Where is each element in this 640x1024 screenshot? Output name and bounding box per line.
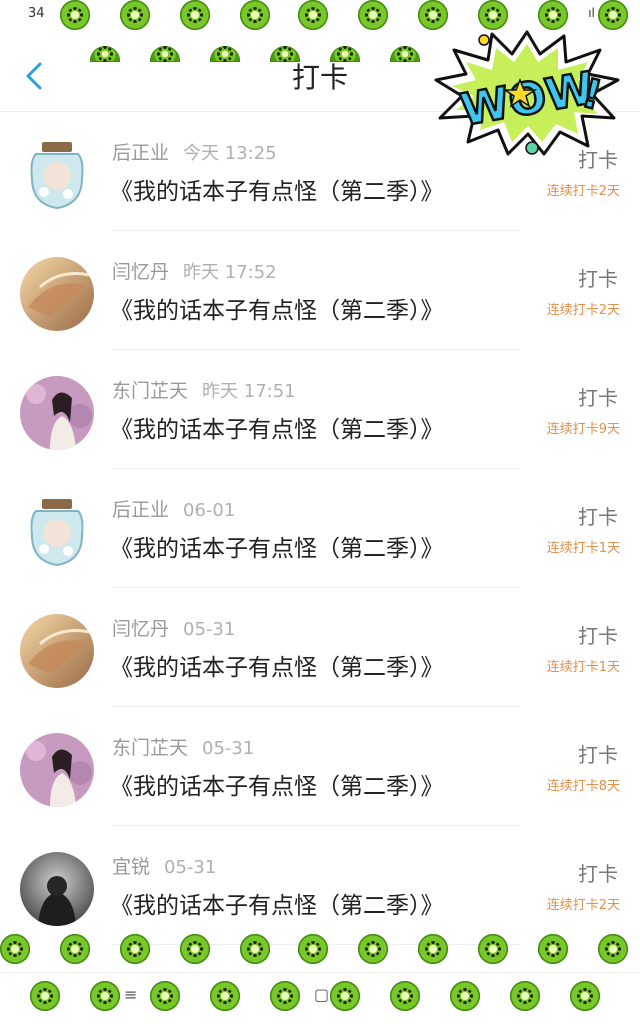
checkin-button[interactable]: 打卡 xyxy=(578,382,618,411)
list-item[interactable]: 闫忆丹 昨天 17:52 《我的话本子有点怪（第二季）》 打卡 连续打卡2天 xyxy=(0,231,640,350)
user-name: 东门芷天 xyxy=(112,737,189,759)
checkin-button[interactable]: 打卡 xyxy=(578,620,618,649)
book-title: 《我的话本子有点怪（第二季）》 xyxy=(110,298,444,324)
user-name: 闫忆丹 xyxy=(112,261,170,283)
book-title: 《我的话本子有点怪（第二季）》 xyxy=(110,179,444,205)
user-name: 后正业 xyxy=(112,142,170,164)
streak-label: 连续打卡1天 xyxy=(546,541,620,556)
list-item[interactable]: 宜锐 05-31 《我的话本子有点怪（第二季）》 打卡 连续打卡2天 xyxy=(0,826,640,945)
book-title: 《我的话本子有点怪（第二季）》 xyxy=(110,655,444,681)
status-icons: ıl ✆ ◯ xyxy=(588,6,626,20)
checkin-time: 今天 13:25 xyxy=(183,143,277,164)
user-line: 闫忆丹 昨天 17:52 xyxy=(112,257,277,284)
streak-label: 连续打卡1天 xyxy=(546,660,620,675)
menu-icon[interactable]: ≡ xyxy=(124,985,137,1004)
user-line: 东门芷天 昨天 17:51 xyxy=(112,376,296,403)
book-title: 《我的话本子有点怪（第二季）》 xyxy=(110,893,444,919)
user-name: 后正业 xyxy=(112,499,170,521)
avatar xyxy=(20,138,94,212)
checkin-time: 昨天 17:52 xyxy=(183,262,277,283)
list-item[interactable]: 后正业 今天 13:25 《我的话本子有点怪（第二季）》 打卡 连续打卡2天 xyxy=(0,112,640,231)
home-icon[interactable]: ▢ xyxy=(314,985,329,1004)
streak-label: 连续打卡9天 xyxy=(546,422,620,437)
checkin-button[interactable]: 打卡 xyxy=(578,144,618,173)
avatar xyxy=(20,733,94,807)
book-title: 《我的话本子有点怪（第二季）》 xyxy=(110,536,444,562)
streak-label: 连续打卡2天 xyxy=(546,184,620,199)
avatar xyxy=(20,852,94,926)
user-line: 后正业 今天 13:25 xyxy=(112,138,277,165)
user-line: 后正业 06-01 xyxy=(112,495,235,522)
checkin-time: 05-31 xyxy=(202,738,255,759)
user-name: 东门芷天 xyxy=(112,380,189,402)
streak-label: 连续打卡2天 xyxy=(546,303,620,318)
checkin-button[interactable]: 打卡 xyxy=(578,739,618,768)
checkin-button[interactable]: 打卡 xyxy=(578,263,618,292)
book-title: 《我的话本子有点怪（第二季）》 xyxy=(110,417,444,443)
checkin-button[interactable]: 打卡 xyxy=(578,858,618,887)
checkin-time: 05-31 xyxy=(164,857,217,878)
avatar xyxy=(20,376,94,450)
list-item[interactable]: 东门芷天 昨天 17:51 《我的话本子有点怪（第二季）》 打卡 连续打卡9天 xyxy=(0,350,640,469)
user-line: 闫忆丹 05-31 xyxy=(112,614,235,641)
checkin-time: 05-31 xyxy=(183,619,236,640)
system-navbar: ≡ ▢ xyxy=(0,972,640,1024)
streak-label: 连续打卡8天 xyxy=(546,779,620,794)
avatar xyxy=(20,614,94,688)
checkin-button[interactable]: 打卡 xyxy=(578,501,618,530)
user-line: 宜锐 05-31 xyxy=(112,852,216,879)
checkin-time: 06-01 xyxy=(183,500,236,521)
divider xyxy=(112,944,520,945)
user-name: 宜锐 xyxy=(112,856,151,878)
status-bar: 34 ıl ✆ ◯ xyxy=(0,0,640,28)
list-item[interactable]: 闫忆丹 05-31 《我的话本子有点怪（第二季）》 打卡 连续打卡1天 xyxy=(0,588,640,707)
user-line: 东门芷天 05-31 xyxy=(112,733,254,760)
book-title: 《我的话本子有点怪（第二季）》 xyxy=(110,774,444,800)
avatar xyxy=(20,257,94,331)
streak-label: 连续打卡2天 xyxy=(546,898,620,913)
user-name: 闫忆丹 xyxy=(112,618,170,640)
checkin-time: 昨天 17:51 xyxy=(202,381,296,402)
list-item[interactable]: 后正业 06-01 《我的话本子有点怪（第二季）》 打卡 连续打卡1天 xyxy=(0,469,640,588)
status-time: 34 xyxy=(28,6,45,21)
list-item[interactable]: 东门芷天 05-31 《我的话本子有点怪（第二季）》 打卡 连续打卡8天 xyxy=(0,707,640,826)
avatar xyxy=(20,495,94,569)
